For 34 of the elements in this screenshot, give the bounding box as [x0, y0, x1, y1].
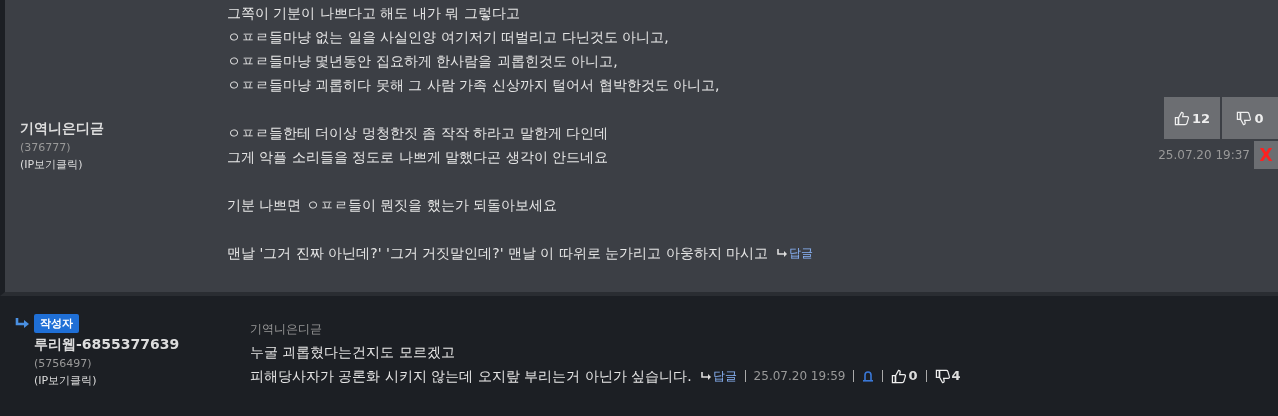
- comment-text: ㅇㅍㄹ들마냥 괴롭히다 못해 그 사람 가족 신상까지 털어서 협박한것도 아니고,: [227, 76, 720, 95]
- comment-text: ㅇㅍㄹ들한테 더이상 멍청한짓 좀 작작 하라고 말한게 다인데: [227, 124, 609, 143]
- comment-text: 누굴 괴롭혔다는건지도 모르겠고: [250, 343, 455, 362]
- author-name[interactable]: 루리웹-6855377639: [14, 336, 250, 354]
- reply-target: 기역니은디귿: [250, 321, 323, 338]
- thumbs-up-icon: [1173, 110, 1189, 126]
- comment-text: 맨날 '그거 진짜 아닌데?' '그거 거짓말인데?' 맨날 이 따위로 눈가리고 아웅하지 마시고: [227, 244, 769, 263]
- comment-text: 그게 악플 소리들을 정도로 나쁘게 말했다곤 생각이 안드네요: [227, 148, 609, 167]
- reply-arrow-icon: [699, 371, 712, 381]
- reply-link[interactable]: 답글: [699, 364, 737, 388]
- comment-date: 25.07.20 19:37: [1158, 148, 1250, 162]
- reply-arrow-icon: [776, 248, 789, 258]
- like-button[interactable]: 12: [1164, 97, 1220, 139]
- user-id: (376777): [20, 141, 72, 154]
- comment-date: 25.07.20 19:59: [753, 368, 846, 385]
- dislike-button[interactable]: 0: [1222, 97, 1278, 139]
- dislike-button[interactable]: 4: [934, 364, 961, 388]
- ip-link[interactable]: (IP보기클릭): [20, 157, 227, 172]
- comment-text: ㅇㅍㄹ들마냥 없는 일을 사실인양 여기저기 떠벌리고 다닌것도 아니고,: [227, 28, 669, 47]
- comment-text: 그쪽이 기분이 나쁘다고 해도 내가 뭐 그렇다고: [227, 4, 520, 23]
- comment-text: ㅇㅍㄹ들마냥 몇년동안 집요하게 한사람을 괴롭힌것도 아니고,: [227, 52, 618, 71]
- author-badge: 작성자: [34, 314, 79, 333]
- ip-link[interactable]: (IP보기클릭): [14, 373, 250, 388]
- bell-icon[interactable]: [862, 370, 875, 382]
- like-button[interactable]: 0: [891, 364, 918, 388]
- thumbs-down-icon: [1236, 110, 1252, 126]
- thumbs-down-icon: [934, 368, 950, 384]
- author-name[interactable]: 기역니은디귿: [20, 120, 227, 138]
- user-id: (5756497): [33, 357, 93, 370]
- reply-link[interactable]: 답글: [776, 241, 814, 265]
- comment-text: 기분 나쁘면 ㅇㅍㄹ들이 뭔짓을 했는가 되돌아보세요: [227, 196, 558, 215]
- comment-text: 피해당사자가 공론화 시키지 않는데 오지랖 부리는거 아닌가 싶습니다.: [250, 367, 692, 386]
- thumbs-up-icon: [891, 368, 907, 384]
- reply-arrow-icon: [14, 316, 30, 331]
